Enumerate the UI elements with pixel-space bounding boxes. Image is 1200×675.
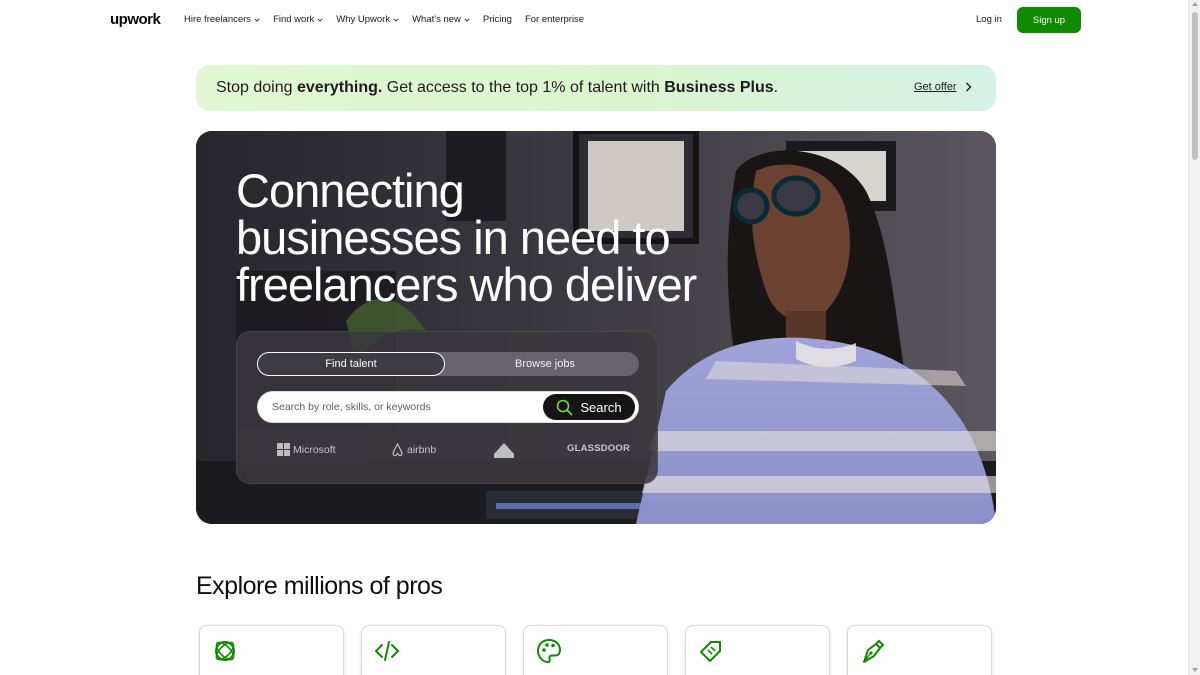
nav-label: Find work: [273, 14, 315, 25]
hero-title: Connecting businesses in need to freelan…: [236, 167, 756, 308]
category-card[interactable]: [685, 625, 830, 675]
page-scrollbar[interactable]: [1188, 0, 1200, 675]
scroll-down-arrow-icon[interactable]: [1192, 668, 1198, 672]
nav-whats-new[interactable]: What's new: [412, 14, 470, 25]
microsoft-icon: [277, 443, 290, 456]
tag-icon: [700, 641, 721, 662]
chevron-right-icon: [965, 82, 972, 92]
tab-find-talent[interactable]: Find talent: [257, 352, 445, 376]
ai-icon: [215, 641, 235, 661]
main-nav: Hire freelancers Find work Why Upwork Wh…: [184, 14, 597, 25]
code-icon: [374, 641, 400, 661]
promo-text-bold: everything.: [296, 79, 383, 96]
hero-title-line: businesses in need to: [236, 211, 671, 264]
nav-hire-freelancers[interactable]: Hire freelancers: [184, 14, 260, 25]
signup-button[interactable]: Sign up: [1017, 7, 1081, 33]
nav-label: Why Upwork: [336, 14, 391, 25]
get-offer-link[interactable]: Get offer: [914, 81, 972, 93]
search-button-label: Search: [580, 399, 622, 415]
search-panel: Find talent Browse jobs Search Microsoft: [236, 331, 658, 484]
nav-label: Hire freelancers: [184, 14, 252, 25]
search-icon: [557, 399, 573, 415]
search-button[interactable]: Search: [543, 394, 635, 420]
trusted-by-logos: Microsoft airbnb GLASSDOOR: [257, 440, 639, 460]
chevron-down-icon: [393, 18, 399, 22]
category-card[interactable]: [847, 625, 992, 675]
chevron-down-icon: [464, 18, 470, 22]
category-card[interactable]: [199, 625, 344, 675]
search-box: Search: [257, 391, 639, 423]
scrollbar-thumb[interactable]: [1192, 12, 1198, 160]
promo-text-bold: Business Plus: [664, 79, 774, 96]
brand-name: Microsoft: [293, 443, 336, 456]
top-navigation: upwork Hire freelancers Find work Why Up…: [0, 0, 1188, 40]
nav-label: What's new: [412, 14, 461, 25]
search-mode-toggle: Find talent Browse jobs: [257, 352, 639, 376]
chevron-down-icon: [317, 18, 323, 22]
promo-text-part: Get access to the top 1% of talent with: [382, 79, 665, 96]
promo-text-part: .: [773, 79, 779, 96]
brand-name: airbnb: [407, 444, 437, 456]
nav-pricing[interactable]: Pricing: [483, 14, 512, 25]
promo-text-part: Stop doing: [216, 79, 297, 96]
hero-section: Connecting businesses in need to freelan…: [196, 131, 996, 524]
tab-browse-jobs[interactable]: Browse jobs: [451, 352, 639, 376]
nav-for-enterprise[interactable]: For enterprise: [525, 14, 584, 25]
bissell-logo: [494, 443, 517, 458]
pen-nib-icon: [863, 639, 885, 663]
promo-text: Stop doing everything. Get access to the…: [216, 79, 778, 97]
glassdoor-logo: GLASSDOOR: [567, 443, 631, 454]
login-link[interactable]: Log in: [976, 14, 1002, 25]
scroll-up-arrow-icon[interactable]: [1192, 2, 1198, 6]
nav-label: Pricing: [482, 14, 512, 25]
bissell-icon: [494, 443, 514, 458]
promo-banner: Stop doing everything. Get access to the…: [196, 65, 996, 111]
airbnb-icon: [392, 443, 403, 457]
airbnb-logo: airbnb: [391, 443, 436, 457]
explore-section-title: Explore millions of pros: [196, 572, 443, 600]
palette-icon: [536, 638, 562, 664]
chevron-down-icon: [254, 18, 260, 22]
nav-label: For enterprise: [524, 14, 585, 25]
category-card[interactable]: [523, 625, 668, 675]
nav-why-upwork[interactable]: Why Upwork: [336, 14, 399, 25]
hero-title-line: Connecting: [236, 164, 465, 217]
hero-title-line: freelancers who deliver: [236, 258, 697, 311]
get-offer-label: Get offer: [914, 81, 957, 93]
microsoft-logo: Microsoft: [277, 443, 336, 456]
search-input[interactable]: [272, 392, 532, 421]
category-card[interactable]: [361, 625, 506, 675]
upwork-logo[interactable]: upwork: [110, 11, 161, 28]
nav-find-work[interactable]: Find work: [273, 14, 323, 25]
